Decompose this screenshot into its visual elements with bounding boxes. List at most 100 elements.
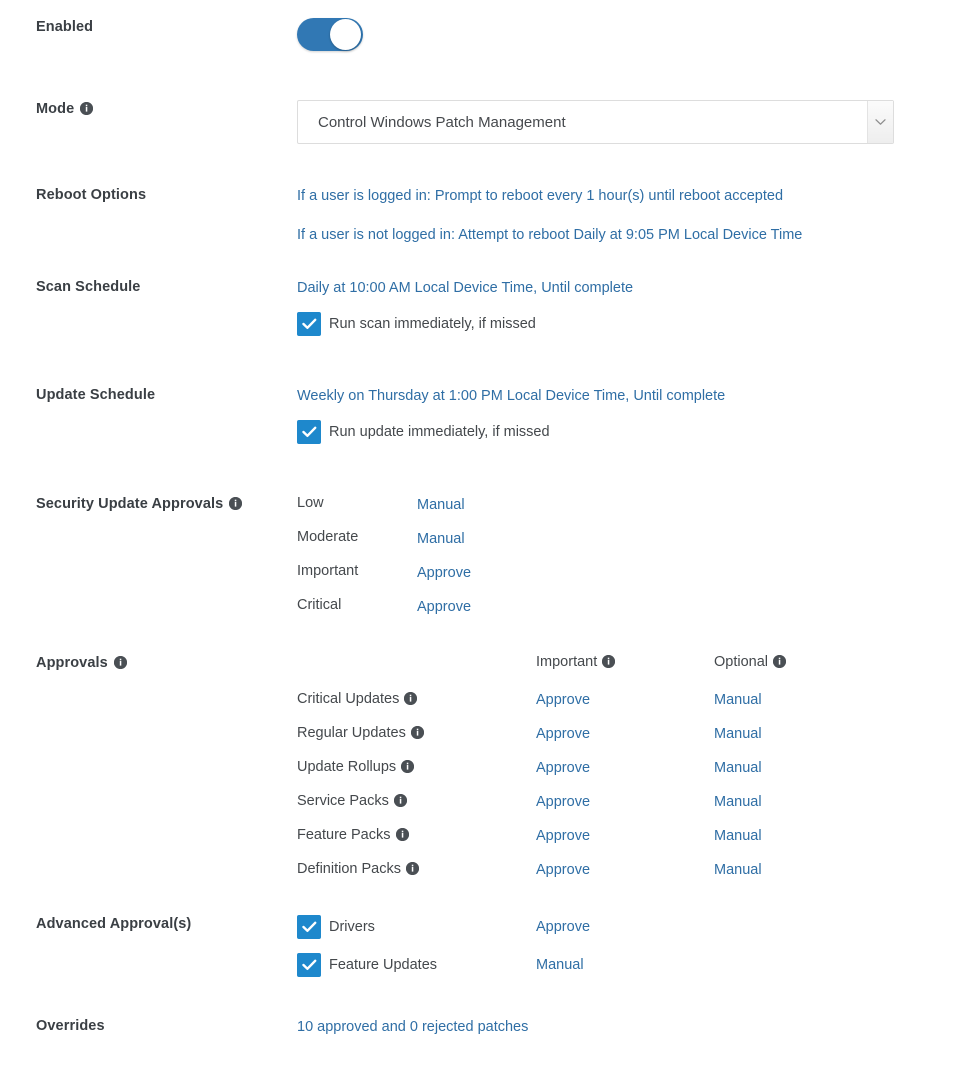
drivers-value-link[interactable]: Approve (536, 919, 590, 935)
feature-updates-checkbox[interactable] (297, 953, 321, 977)
row-mode: Mode Control Windows Patch Management (0, 100, 967, 144)
severity-value-link[interactable]: Manual (417, 497, 465, 513)
table-row: Low Manual (297, 495, 471, 529)
scan-run-immediately-row: Run scan immediately, if missed (297, 312, 967, 336)
security-update-approvals-label: Security Update Approvals (0, 495, 297, 513)
row-enabled: Enabled (0, 18, 967, 51)
info-icon[interactable] (410, 725, 424, 739)
update-schedule-link[interactable]: Weekly on Thursday at 1:00 PM Local Devi… (297, 388, 725, 404)
approvals-row-name: Regular Updates (297, 724, 536, 758)
list-item: Drivers Approve (297, 915, 967, 939)
severity-label: Moderate (297, 529, 359, 545)
approvals-important-link[interactable]: Approve (536, 862, 590, 878)
table-row: Critical Updates Approve Manual (297, 690, 967, 724)
enabled-toggle[interactable] (297, 18, 363, 51)
drivers-checkbox[interactable] (297, 915, 321, 939)
table-row: Update Rollups Approve Manual (297, 758, 967, 792)
approvals-important-link[interactable]: Approve (536, 828, 590, 844)
drivers-value: Approve (536, 917, 714, 937)
severity-value-link[interactable]: Approve (417, 599, 471, 615)
scan-schedule-link[interactable]: Daily at 10:00 AM Local Device Time, Unt… (297, 280, 633, 296)
severity-value-link[interactable]: Manual (417, 531, 465, 547)
approvals-row-important: Approve (536, 690, 714, 724)
approvals-row-name-text: Update Rollups (297, 759, 397, 775)
row-scan-schedule: Scan Schedule Daily at 10:00 AM Local De… (0, 278, 967, 336)
severity-value: Manual (417, 495, 471, 529)
table-row: Service Packs Approve Manual (297, 792, 967, 826)
update-schedule-body: Weekly on Thursday at 1:00 PM Local Devi… (297, 386, 967, 444)
scan-schedule-body: Daily at 10:00 AM Local Device Time, Unt… (297, 278, 967, 336)
mode-select-value: Control Windows Patch Management (318, 113, 566, 131)
row-advanced-approvals: Advanced Approval(s) Drivers Approve Fea… (0, 915, 967, 977)
info-icon[interactable] (393, 793, 407, 807)
approvals-optional-link[interactable]: Manual (714, 794, 762, 810)
scan-schedule-label: Scan Schedule (0, 278, 297, 296)
feature-updates-value: Manual (536, 955, 714, 975)
severity-value: Approve (417, 597, 471, 617)
info-icon[interactable] (405, 861, 419, 875)
approvals-important-link[interactable]: Approve (536, 692, 590, 708)
approvals-important-link[interactable]: Approve (536, 760, 590, 776)
update-run-immediately-checkbox[interactable] (297, 420, 321, 444)
drivers-label: Drivers (329, 919, 375, 935)
mode-label-text: Mode (36, 101, 75, 117)
approvals-row-name-text: Feature Packs (297, 827, 391, 843)
mode-body: Control Windows Patch Management (297, 100, 967, 144)
feature-updates-label: Feature Updates (329, 957, 438, 973)
reboot-option-not-logged-in-link[interactable]: If a user is not logged in: Attempt to r… (297, 227, 802, 243)
overrides-link[interactable]: 10 approved and 0 rejected patches (297, 1019, 528, 1035)
severity-value: Approve (417, 563, 471, 597)
table-row: Feature Packs Approve Manual (297, 826, 967, 860)
feature-updates-value-link[interactable]: Manual (536, 957, 584, 973)
overrides-body: 10 approved and 0 rejected patches (297, 1017, 967, 1037)
approvals-row-name: Update Rollups (297, 758, 536, 792)
approvals-important-link[interactable]: Approve (536, 726, 590, 742)
approvals-row-name: Feature Packs (297, 826, 536, 860)
approvals-optional-link[interactable]: Manual (714, 862, 762, 878)
reboot-option-logged-in-link[interactable]: If a user is logged in: Prompt to reboot… (297, 188, 783, 204)
approvals-optional-link[interactable]: Manual (714, 692, 762, 708)
approvals-important-link[interactable]: Approve (536, 794, 590, 810)
enabled-label-text: Enabled (36, 19, 94, 35)
info-icon[interactable] (80, 101, 94, 115)
table-row: Moderate Manual (297, 529, 471, 563)
approvals-row-name: Critical Updates (297, 690, 536, 724)
approvals-label-text: Approvals (36, 655, 108, 671)
advanced-approvals-label-text: Advanced Approval(s) (36, 916, 192, 932)
approvals-col-name-header (297, 654, 536, 690)
reboot-options-label: Reboot Options (0, 186, 297, 204)
table-row: Definition Packs Approve Manual (297, 860, 967, 880)
approvals-optional-link[interactable]: Manual (714, 828, 762, 844)
approvals-row-important: Approve (536, 724, 714, 758)
info-icon[interactable] (602, 654, 616, 668)
approvals-table-header-row: Important Optional (297, 654, 967, 690)
info-icon[interactable] (395, 827, 409, 841)
approvals-optional-link[interactable]: Manual (714, 760, 762, 776)
security-update-approvals-label-text: Security Update Approvals (36, 496, 224, 512)
row-overrides: Overrides 10 approved and 0 rejected pat… (0, 1017, 967, 1037)
info-icon[interactable] (404, 691, 418, 705)
info-icon[interactable] (401, 759, 415, 773)
update-schedule-label-text: Update Schedule (36, 387, 156, 403)
row-reboot-options: Reboot Options If a user is logged in: P… (0, 186, 967, 245)
info-icon[interactable] (113, 655, 127, 669)
info-icon[interactable] (773, 654, 787, 668)
mode-select[interactable]: Control Windows Patch Management (297, 100, 894, 144)
approvals-row-important: Approve (536, 860, 714, 880)
chevron-down-icon[interactable] (867, 101, 893, 143)
approvals-row-name: Definition Packs (297, 860, 536, 880)
approvals-col-important-label: Important (536, 654, 598, 670)
approvals-row-optional: Manual (714, 758, 967, 792)
severity-label: Low (297, 495, 324, 511)
approvals-optional-link[interactable]: Manual (714, 726, 762, 742)
severity-value-link[interactable]: Approve (417, 565, 471, 581)
approvals-row-name: Service Packs (297, 792, 536, 826)
patch-management-settings-form: Enabled Mode Control Windows Patch Manag… (0, 0, 967, 1080)
scan-schedule-label-text: Scan Schedule (36, 279, 141, 295)
info-icon[interactable] (229, 496, 243, 510)
severity-value: Manual (417, 529, 471, 563)
approvals-row-name-text: Definition Packs (297, 861, 401, 877)
update-run-immediately-row: Run update immediately, if missed (297, 420, 967, 444)
row-approvals: Approvals Important Optional Critical Up… (0, 654, 967, 880)
scan-run-immediately-checkbox[interactable] (297, 312, 321, 336)
